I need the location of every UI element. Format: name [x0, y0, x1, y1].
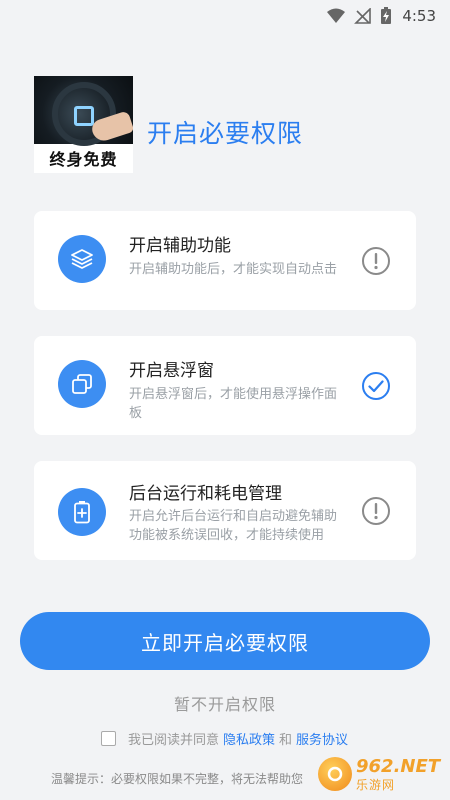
permission-card-accessibility[interactable]: 开启辅助功能 开启辅助功能后，才能实现自动点击: [34, 211, 416, 310]
permission-description: 开启允许后台运行和自启动避免辅助功能被系统误回收，才能持续使用: [129, 509, 338, 543]
status-bar: 4:53: [0, 0, 450, 32]
exclamation-circle-icon: [362, 247, 390, 275]
agreement-prefix: 我已阅读并同意: [128, 732, 220, 748]
agreement-checkbox[interactable]: [101, 730, 116, 746]
permission-title: 开启辅助功能: [129, 236, 231, 256]
permission-card-background-run[interactable]: 后台运行和耗电管理 开启允许后台运行和自启动避免辅助功能被系统误回收，才能持续使…: [34, 461, 416, 560]
agreement-conjunction: 和: [279, 732, 293, 748]
no-signal-icon: [354, 8, 372, 24]
layers-icon: [58, 235, 106, 283]
status-time: 4:53: [402, 7, 436, 25]
agreement-row: 我已阅读并同意 隐私政策 和 服务协议: [101, 728, 352, 748]
permission-description: 开启悬浮窗后，才能使用悬浮操作面板: [129, 387, 338, 421]
enable-permissions-button[interactable]: 立即开启必要权限: [20, 612, 430, 670]
service-agreement-link[interactable]: 服务协议: [296, 729, 348, 748]
watermark-domain: 962.NET: [356, 755, 441, 777]
battery-plus-icon: [58, 488, 106, 536]
privacy-policy-link[interactable]: 隐私政策: [223, 729, 275, 748]
permission-title: 开启悬浮窗: [129, 361, 214, 381]
watermark-site-name: 乐游网: [356, 777, 396, 792]
check-circle-icon: [362, 372, 390, 400]
wifi-icon: [327, 8, 346, 23]
logo-caption: 终身免费: [49, 150, 118, 169]
exclamation-circle-icon: [362, 497, 390, 525]
watermark-logo-icon: [318, 757, 352, 791]
app-logo: 终身免费: [34, 76, 133, 173]
floating-window-icon: [58, 360, 106, 408]
page-title: 开启必要权限: [147, 119, 304, 148]
skip-permissions-link[interactable]: 暂不开启权限: [0, 691, 450, 715]
tip-text: 温馨提示：必要权限如果不完整，将无法帮助您: [51, 772, 304, 786]
permission-title: 后台运行和耗电管理: [129, 484, 282, 504]
site-watermark: 962.NET 乐游网: [318, 752, 446, 796]
battery-charging-icon: [381, 7, 392, 24]
permission-description: 开启辅助功能后，才能实现自动点击: [129, 262, 338, 277]
logo-image: [34, 76, 133, 146]
permission-card-floating-window[interactable]: 开启悬浮窗 开启悬浮窗后，才能使用悬浮操作面板: [34, 336, 416, 435]
